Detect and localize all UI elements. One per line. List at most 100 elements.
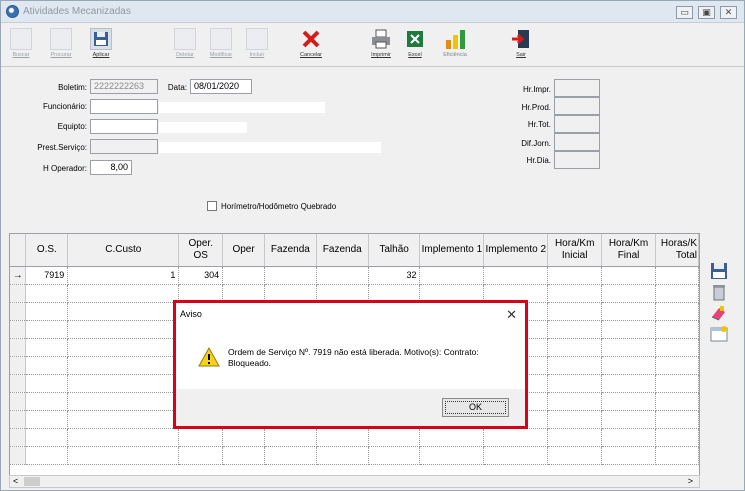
table-cell[interactable] [25,338,69,357]
table-cell[interactable] [655,356,699,375]
h-operador-field[interactable]: 8,00 [90,160,132,175]
grid-clear-button[interactable] [709,303,729,323]
eficiencia-button[interactable]: Eficiência [441,28,469,58]
table-cell[interactable] [67,374,180,393]
table-cell[interactable] [601,392,656,411]
table-cell[interactable] [316,446,369,465]
table-cell[interactable] [25,356,69,375]
table-cell[interactable] [601,320,656,339]
dialog-close-button[interactable]: ✕ [506,307,517,323]
table-cell[interactable] [222,446,265,465]
table-cell[interactable] [547,446,603,465]
table-cell[interactable] [655,392,699,411]
table-cell[interactable] [419,446,485,465]
table-cell[interactable] [25,320,69,339]
prest-servico-code-field[interactable] [90,139,158,154]
table-cell[interactable] [547,410,603,429]
cell-ccusto[interactable]: 1 [67,266,180,285]
scroll-right-arrow[interactable]: > [688,476,693,486]
table-cell[interactable] [67,302,180,321]
excel-button[interactable]: Excel [401,28,429,58]
equipto-code-field[interactable] [90,119,158,134]
horizontal-scrollbar[interactable]: < > [9,475,700,488]
scroll-left-arrow[interactable]: < [13,476,18,486]
header-implemento-1[interactable]: Implemento 1 [419,234,485,267]
table-cell[interactable] [655,338,699,357]
header-hora-km-inicial[interactable]: Hora/Km Inicial [547,234,603,267]
table-cell[interactable] [483,428,549,447]
table-row[interactable]: → 7919 1 304 32 [10,266,699,285]
table-cell[interactable] [655,428,699,447]
header-hora-km-final[interactable]: Hora/Km Final [601,234,656,267]
buscar-button[interactable]: Buscar [7,28,35,58]
table-cell[interactable] [316,428,369,447]
table-cell[interactable] [67,284,180,303]
cell-os[interactable]: 7919 [25,266,69,285]
ok-button[interactable]: OK [442,398,509,417]
procurar-button[interactable]: Procurar [47,28,75,58]
table-cell[interactable] [601,374,656,393]
grid-save-button[interactable] [709,261,729,281]
table-cell[interactable] [25,446,69,465]
cell-hora-km-final[interactable] [601,266,656,285]
cell-fazenda-2[interactable] [316,266,369,285]
table-cell[interactable] [67,320,180,339]
table-cell[interactable] [67,392,180,411]
table-cell[interactable] [547,320,603,339]
data-field[interactable]: 08/01/2020 [190,79,252,94]
table-cell[interactable] [601,302,656,321]
table-cell[interactable] [25,392,69,411]
close-window-button[interactable]: ✕ [720,6,737,19]
grid-new-button[interactable] [709,324,729,344]
table-cell[interactable] [483,446,549,465]
cancelar-button[interactable]: Cancelar [297,28,325,58]
table-cell[interactable] [601,284,656,303]
table-cell[interactable] [264,446,317,465]
table-cell[interactable] [601,428,656,447]
table-cell[interactable] [67,428,180,447]
cell-implemento-2[interactable] [483,266,549,285]
table-cell[interactable] [25,374,69,393]
imprimir-button[interactable]: Imprimir [367,28,395,58]
table-cell[interactable] [25,302,69,321]
table-cell[interactable] [25,284,69,303]
modificar-button[interactable]: Modificar [207,28,235,58]
table-cell[interactable] [67,410,180,429]
table-cell[interactable] [67,356,180,375]
sair-button[interactable]: Sair [507,28,535,58]
header-ccusto[interactable]: C.Custo [67,234,180,267]
header-oper-os[interactable]: Oper. OS [178,234,224,267]
table-cell[interactable] [67,338,180,357]
header-fazenda-2[interactable]: Fazenda [316,234,369,267]
table-cell[interactable] [178,446,224,465]
minimize-button[interactable]: ▭ [676,6,693,19]
aplicar-button[interactable]: Aplicar [87,28,115,58]
cell-oper-os[interactable]: 304 [178,266,224,285]
cell-hora-km-inicial[interactable] [547,266,603,285]
horimetro-checkbox[interactable] [207,201,217,211]
cell-horas-total[interactable] [655,266,699,285]
table-cell[interactable] [547,284,603,303]
table-cell[interactable] [601,338,656,357]
table-cell[interactable] [419,428,485,447]
table-cell[interactable] [655,410,699,429]
incluir-button[interactable]: Incluir [243,28,271,58]
maximize-button[interactable]: ▣ [698,6,715,19]
header-talhao[interactable]: Talhão [368,234,421,267]
table-cell[interactable] [655,302,699,321]
header-implemento-2[interactable]: Implemento 2 [483,234,549,267]
header-fazenda-1[interactable]: Fazenda [264,234,317,267]
table-cell[interactable] [25,428,69,447]
table-cell[interactable] [601,446,656,465]
table-cell[interactable] [368,446,421,465]
grid-delete-button[interactable] [709,282,729,302]
table-cell[interactable] [547,356,603,375]
table-cell[interactable] [601,410,656,429]
table-cell[interactable] [655,284,699,303]
cell-fazenda-1[interactable] [264,266,317,285]
table-cell[interactable] [67,446,180,465]
table-cell[interactable] [601,356,656,375]
header-os[interactable]: O.S. [25,234,69,267]
header-oper[interactable]: Oper [222,234,265,267]
boletim-field[interactable]: 2222222263 [90,79,158,94]
